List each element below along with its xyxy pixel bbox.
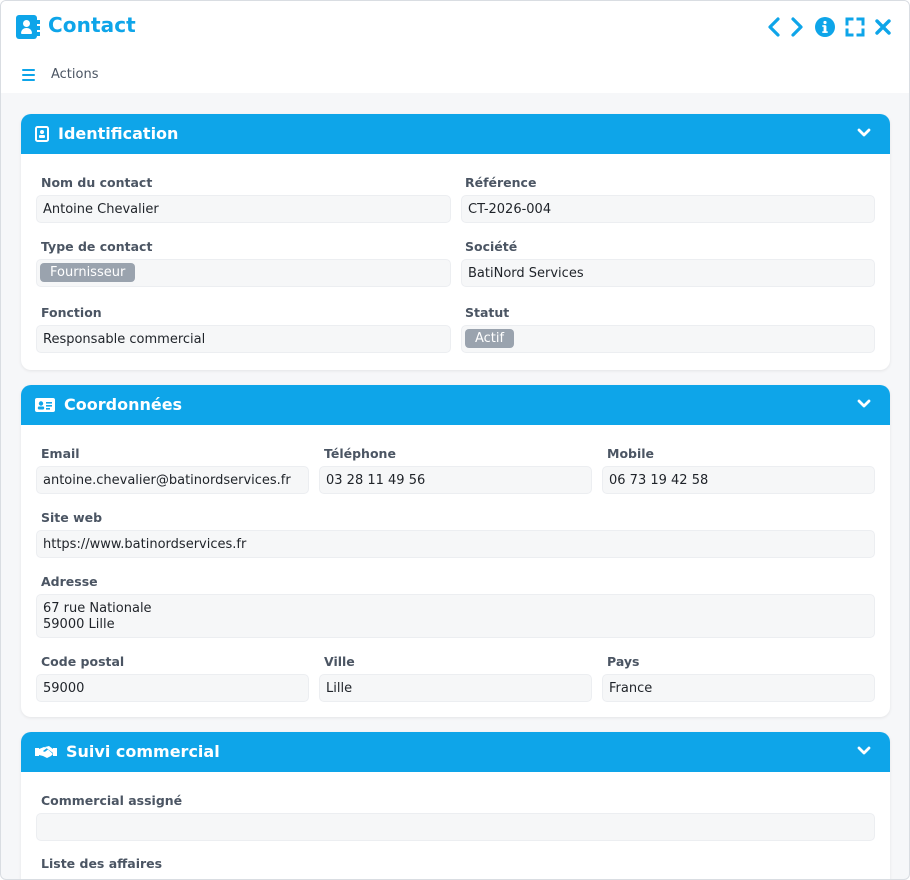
societe-field[interactable]: BatiNord Services: [461, 259, 875, 287]
chevron-down-icon[interactable]: [857, 398, 871, 410]
commercial-assigne-label: Commercial assigné: [41, 793, 183, 808]
coordonnees-panel: Coordonnées Email antoine.chevalier@bati…: [21, 385, 890, 717]
ville-label: Ville: [324, 654, 355, 669]
header-bar: Contact Actions: [1, 1, 909, 93]
identification-panel: Identification Nom du contact Antoine Ch…: [21, 114, 890, 370]
code-postal-field[interactable]: 59000: [36, 674, 309, 702]
coordonnees-header[interactable]: Coordonnées: [21, 385, 890, 425]
close-icon[interactable]: [871, 15, 895, 39]
liste-affaires-label: Liste des affaires: [41, 856, 163, 871]
email-label: Email: [41, 446, 80, 461]
actions-bar: Actions: [1, 63, 301, 89]
handshake-icon: [35, 746, 57, 758]
telephone-label: Téléphone: [324, 446, 396, 461]
societe-label: Société: [465, 239, 518, 254]
mobile-label: Mobile: [607, 446, 655, 461]
chevron-right-icon[interactable]: [785, 15, 809, 39]
code-postal-label: Code postal: [41, 654, 125, 669]
page-title: Contact: [48, 13, 136, 37]
chevron-down-icon[interactable]: [857, 127, 871, 139]
site-web-field[interactable]: https://www.batinordservices.fr: [36, 530, 875, 558]
chevron-down-icon[interactable]: [857, 745, 871, 757]
reference-label: Référence: [465, 175, 537, 190]
suivi-commercial-panel: Suivi commercial Commercial assigné List…: [21, 732, 890, 879]
site-web-label: Site web: [41, 510, 103, 525]
type-field[interactable]: Fournisseur: [36, 259, 451, 287]
suivi-commercial-title: Suivi commercial: [66, 742, 220, 761]
adresse-label: Adresse: [41, 574, 98, 589]
pays-field[interactable]: France: [602, 674, 875, 702]
identification-title: Identification: [58, 124, 179, 143]
commercial-assigne-field[interactable]: [36, 813, 875, 841]
type-tag: Fournisseur: [40, 263, 136, 282]
mobile-field[interactable]: 06 73 19 42 58: [602, 466, 875, 494]
suivi-commercial-header[interactable]: Suivi commercial: [21, 732, 890, 772]
nom-label: Nom du contact: [41, 175, 153, 190]
address-card-icon: [35, 398, 55, 412]
statut-label: Statut: [465, 305, 510, 320]
email-field[interactable]: antoine.chevalier@batinordservices.fr: [36, 466, 309, 494]
statut-field[interactable]: Actif: [461, 325, 875, 353]
type-label: Type de contact: [41, 239, 153, 254]
pays-label: Pays: [607, 654, 640, 669]
ville-field[interactable]: Lille: [319, 674, 592, 702]
fonction-label: Fonction: [41, 305, 102, 320]
nom-field[interactable]: Antoine Chevalier: [36, 195, 451, 223]
actions-menu[interactable]: Actions: [51, 67, 99, 82]
contact-window: Contact Actions Identification Nom du co…: [0, 0, 910, 880]
adresse-field[interactable]: 67 rue Nationale 59000 Lille: [36, 594, 875, 638]
adresse-line-2: 59000 Lille: [43, 617, 115, 632]
telephone-field[interactable]: 03 28 11 49 56: [319, 466, 592, 494]
adresse-line-1: 67 rue Nationale: [43, 601, 152, 616]
hamburger-icon[interactable]: [22, 69, 35, 84]
fonction-field[interactable]: Responsable commercial: [36, 325, 451, 353]
coordonnees-title: Coordonnées: [64, 395, 183, 414]
statut-tag: Actif: [465, 329, 515, 348]
info-icon[interactable]: [813, 15, 837, 39]
reference-field[interactable]: CT-2026-004: [461, 195, 875, 223]
chevron-left-icon[interactable]: [762, 15, 786, 39]
fullscreen-icon[interactable]: [843, 15, 867, 39]
identification-header[interactable]: Identification: [21, 114, 890, 154]
id-badge-icon: [35, 126, 49, 142]
contact-book-icon: [16, 15, 40, 39]
